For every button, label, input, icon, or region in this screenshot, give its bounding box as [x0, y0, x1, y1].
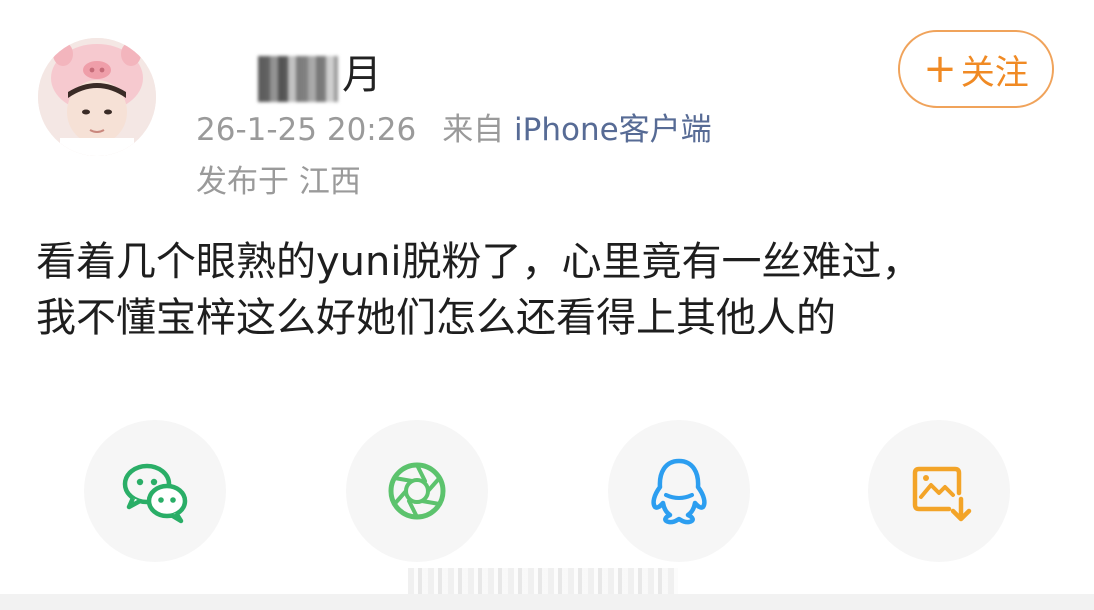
post-source[interactable]: iPhone客户端: [514, 112, 712, 148]
author-name[interactable]: 月: [192, 48, 412, 108]
bottom-divider: [0, 594, 1094, 610]
plus-icon: +: [923, 46, 957, 92]
share-moments-button[interactable]: [346, 420, 488, 562]
follow-label: 关注: [960, 52, 1029, 93]
moments-icon: [388, 462, 446, 520]
post-location: 发布于 江西: [196, 164, 361, 200]
username-blur: [258, 56, 338, 102]
post-meta: 26-1-25 20:26 来自 iPhone客户端: [196, 108, 712, 152]
share-qq-button[interactable]: [608, 420, 750, 562]
follow-button[interactable]: + 关注: [898, 30, 1054, 108]
author-avatar[interactable]: [38, 38, 156, 156]
post-text-line: 我不懂宝梓这么好她们怎么还看得上其他人的: [36, 295, 836, 341]
save-image-icon: [912, 466, 972, 522]
post-body: 看着几个眼熟的yuni脱粉了，心里竟有一丝难过， 我不懂宝梓这么好她们怎么还看得…: [36, 234, 1046, 346]
username-visible-part: 月: [342, 52, 382, 98]
weibo-post-screen: 月 26-1-25 20:26 来自 iPhone客户端 发布于 江西 + 关注 …: [0, 0, 1094, 610]
avatar-image: [38, 38, 156, 156]
share-wechat-button[interactable]: [84, 420, 226, 562]
post-timestamp: 26-1-25 20:26: [196, 112, 417, 148]
watermark-blur: [408, 568, 678, 594]
save-image-button[interactable]: [868, 420, 1010, 562]
qq-icon: [651, 458, 707, 525]
wechat-icon: [122, 463, 188, 524]
source-prefix: 来自: [442, 112, 505, 148]
post-text-line: 看着几个眼熟的yuni脱粉了，心里竟有一丝难过，: [36, 239, 922, 285]
